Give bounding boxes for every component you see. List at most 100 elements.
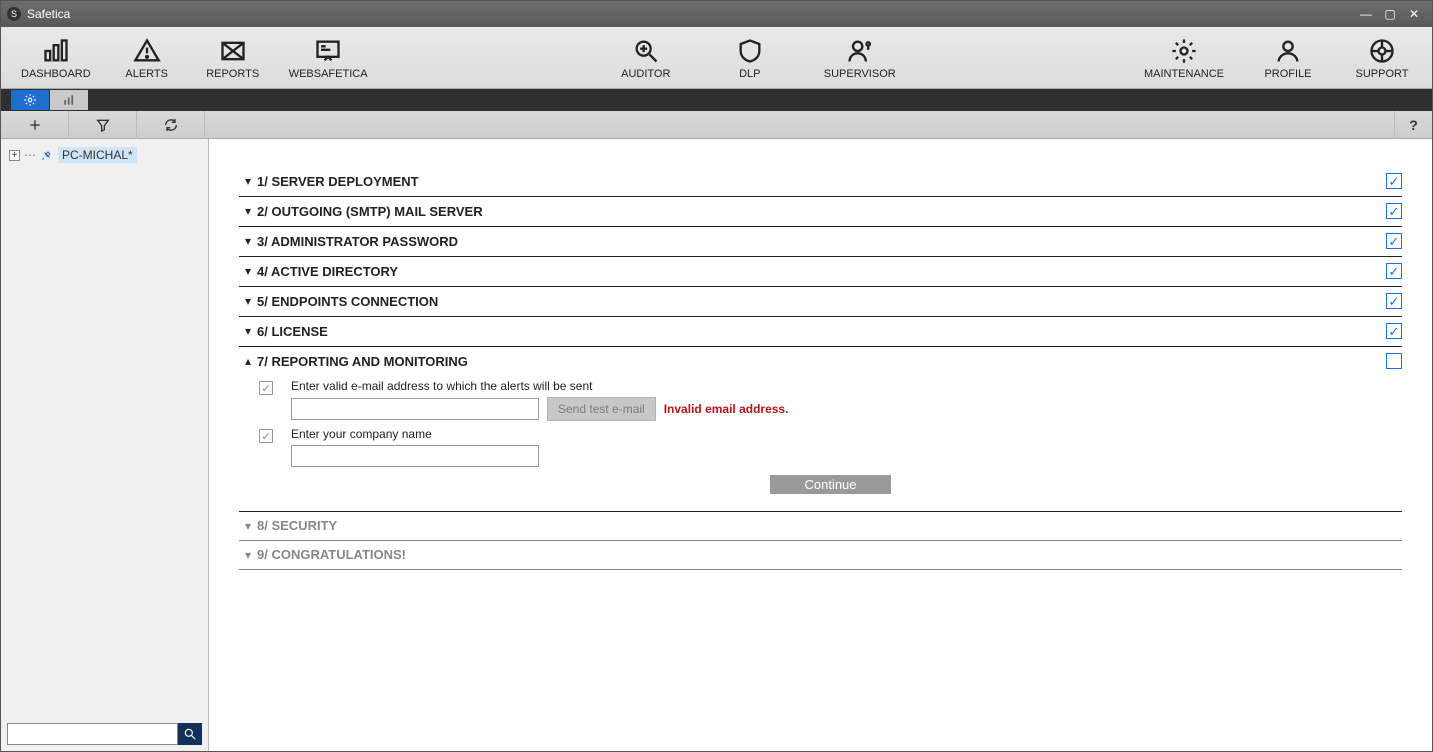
chevron-down-icon: ▾ xyxy=(239,204,257,218)
alerts-icon xyxy=(132,36,162,66)
minimize-button[interactable]: — xyxy=(1354,4,1378,24)
section-header[interactable]: ▾6/ LICENSE xyxy=(239,323,1402,339)
wizard-section: ▾8/ SECURITY xyxy=(239,512,1402,541)
tree-item-label: PC-MICHAL* xyxy=(58,147,137,163)
dlp-icon xyxy=(735,36,765,66)
title-bar: S Safetica — ▢ ✕ xyxy=(1,1,1432,27)
wizard-section: ▾5/ ENDPOINTS CONNECTION xyxy=(239,287,1402,317)
gear-icon xyxy=(23,93,37,107)
maintenance-icon xyxy=(1169,36,1199,66)
tree: + ⋯ PC-MICHAL* xyxy=(1,139,208,717)
wizard-section: ▴7/ REPORTING AND MONITORING Enter valid … xyxy=(239,347,1402,512)
section-title: 2/ OUTGOING (SMTP) MAIL SERVER xyxy=(257,204,483,219)
filter-button[interactable] xyxy=(69,111,137,139)
section-title: 4/ ACTIVE DIRECTORY xyxy=(257,264,398,279)
section-header[interactable]: ▾8/ SECURITY xyxy=(239,518,1402,533)
toolbar-dlp[interactable]: DLP xyxy=(720,36,780,80)
content: ▾1/ SERVER DEPLOYMENT▾2/ OUTGOING (SMTP)… xyxy=(209,139,1432,751)
section-header[interactable]: ▾5/ ENDPOINTS CONNECTION xyxy=(239,293,1402,309)
chevron-down-icon: ▾ xyxy=(239,324,257,338)
wizard-section: ▾6/ LICENSE xyxy=(239,317,1402,347)
chevron-down-icon: ▾ xyxy=(239,294,257,308)
search-input[interactable] xyxy=(7,723,178,745)
help-button[interactable]: ? xyxy=(1394,111,1432,139)
toolbar-supervisor[interactable]: SUPERVISOR xyxy=(824,36,896,80)
filter-icon xyxy=(95,117,111,133)
websafetica-icon xyxy=(313,36,343,66)
main-toolbar: DASHBOARD ALERTS REPORTS WEBSAFETICA AUD… xyxy=(1,27,1432,89)
section-complete-checkbox[interactable] xyxy=(1386,353,1402,369)
tree-dotted-icon: ⋯ xyxy=(24,148,36,162)
close-button[interactable]: ✕ xyxy=(1402,4,1426,24)
auditor-icon xyxy=(631,36,661,66)
company-input[interactable] xyxy=(291,445,539,467)
wizard-section: ▾2/ OUTGOING (SMTP) MAIL SERVER xyxy=(239,197,1402,227)
toolbar-alerts[interactable]: ALERTS xyxy=(117,36,177,80)
subtab-stats[interactable] xyxy=(50,90,88,110)
tree-expander-icon[interactable]: + xyxy=(9,150,20,161)
app-title: Safetica xyxy=(27,7,1354,21)
reports-icon xyxy=(218,36,248,66)
section-title: 5/ ENDPOINTS CONNECTION xyxy=(257,294,438,309)
email-label: Enter valid e-mail address to which the … xyxy=(291,379,788,393)
chevron-down-icon: ▾ xyxy=(239,519,257,533)
wizard-section: ▾9/ CONGRATULATIONS! xyxy=(239,541,1402,570)
section-header[interactable]: ▾1/ SERVER DEPLOYMENT xyxy=(239,173,1402,189)
subtab-settings[interactable] xyxy=(11,90,49,110)
continue-button[interactable]: Continue xyxy=(770,475,890,494)
chevron-down-icon: ▾ xyxy=(239,174,257,188)
section-complete-checkbox[interactable] xyxy=(1386,293,1402,309)
section-complete-checkbox[interactable] xyxy=(1386,203,1402,219)
section-complete-checkbox[interactable] xyxy=(1386,233,1402,249)
toolbar-maintenance[interactable]: MAINTENANCE xyxy=(1144,36,1224,80)
sidebar: + ⋯ PC-MICHAL* xyxy=(1,139,209,751)
email-error-text: Invalid email address. xyxy=(664,402,789,416)
section-header[interactable]: ▴7/ REPORTING AND MONITORING xyxy=(239,353,1402,369)
sub-tab-bar xyxy=(1,89,1432,111)
section-title: 1/ SERVER DEPLOYMENT xyxy=(257,174,419,189)
toolbar-auditor[interactable]: AUDITOR xyxy=(616,36,676,80)
app-icon: S xyxy=(7,7,21,21)
support-icon xyxy=(1367,36,1397,66)
search-button[interactable] xyxy=(178,723,202,745)
section-header[interactable]: ▾9/ CONGRATULATIONS! xyxy=(239,547,1402,562)
wizard-section: ▾1/ SERVER DEPLOYMENT xyxy=(239,167,1402,197)
toolbar-profile[interactable]: PROFILE xyxy=(1258,36,1318,80)
section-title: 7/ REPORTING AND MONITORING xyxy=(257,354,468,369)
tree-item[interactable]: + ⋯ PC-MICHAL* xyxy=(9,147,200,163)
search-icon xyxy=(183,727,197,741)
task-checkbox[interactable] xyxy=(259,429,273,443)
toolbar-websafetica[interactable]: WEBSAFETICA xyxy=(289,36,368,80)
wizard-section: ▾3/ ADMINISTRATOR PASSWORD xyxy=(239,227,1402,257)
refresh-icon xyxy=(163,117,179,133)
email-input[interactable] xyxy=(291,398,539,420)
section-complete-checkbox[interactable] xyxy=(1386,173,1402,189)
section-body: Enter valid e-mail address to which the … xyxy=(239,369,1402,504)
section-header[interactable]: ▾4/ ACTIVE DIRECTORY xyxy=(239,263,1402,279)
company-label: Enter your company name xyxy=(291,427,539,441)
toolbar-reports[interactable]: REPORTS xyxy=(203,36,263,80)
section-complete-checkbox[interactable] xyxy=(1386,323,1402,339)
bar-chart-icon xyxy=(62,93,76,107)
profile-icon xyxy=(1273,36,1303,66)
maximize-button[interactable]: ▢ xyxy=(1378,4,1402,24)
chevron-down-icon: ▾ xyxy=(239,264,257,278)
toolbar-dashboard[interactable]: DASHBOARD xyxy=(21,36,91,80)
section-header[interactable]: ▾3/ ADMINISTRATOR PASSWORD xyxy=(239,233,1402,249)
refresh-button[interactable] xyxy=(137,111,205,139)
section-header[interactable]: ▾2/ OUTGOING (SMTP) MAIL SERVER xyxy=(239,203,1402,219)
supervisor-icon xyxy=(845,36,875,66)
section-title: 6/ LICENSE xyxy=(257,324,328,339)
plus-icon xyxy=(27,117,43,133)
chevron-up-icon: ▴ xyxy=(239,354,257,368)
toolbar-support[interactable]: SUPPORT xyxy=(1352,36,1412,80)
dashboard-icon xyxy=(41,36,71,66)
chevron-down-icon: ▾ xyxy=(239,548,257,562)
section-title: 8/ SECURITY xyxy=(257,518,337,533)
wizard-section: ▾4/ ACTIVE DIRECTORY xyxy=(239,257,1402,287)
add-button[interactable] xyxy=(1,111,69,139)
task-checkbox[interactable] xyxy=(259,381,273,395)
section-complete-checkbox[interactable] xyxy=(1386,263,1402,279)
section-title: 9/ CONGRATULATIONS! xyxy=(257,547,406,562)
send-test-email-button[interactable]: Send test e-mail xyxy=(547,397,656,421)
